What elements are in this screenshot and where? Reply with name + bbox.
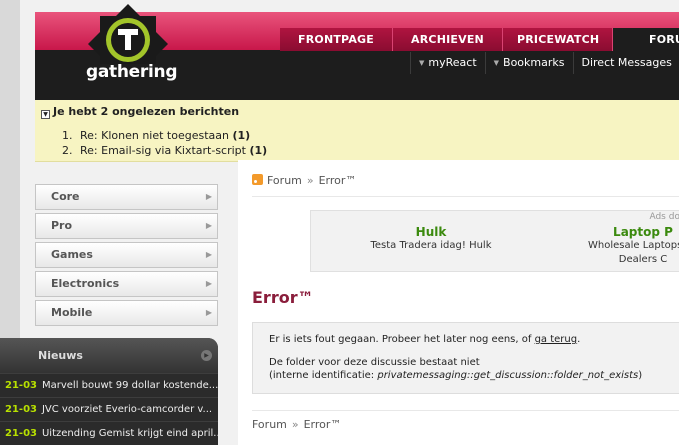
- sidebar-item-label: Games: [51, 248, 93, 261]
- error-line1-text: Er is iets fout gegaan. Probeer het late…: [269, 334, 535, 345]
- chevron-right-icon: ▶: [205, 192, 212, 201]
- menu-myreact-label: myReact: [428, 56, 477, 69]
- sidebar-item-mobile[interactable]: Mobile ▶: [35, 300, 218, 326]
- news-headline[interactable]: Uitzending Gemist krijgt eind april...: [42, 428, 218, 439]
- ad-description-line2: Dealers C: [618, 254, 668, 265]
- error-line3: (interne identificatie: privatemessaging…: [269, 369, 679, 382]
- breadcrumb-forum[interactable]: Forum: [252, 418, 287, 431]
- error-line3-post: ): [638, 370, 643, 381]
- error-identifier: privatemessaging::get_discussion::folder…: [377, 370, 639, 381]
- chevron-right-icon: ▶: [205, 308, 212, 317]
- page-title: Error™: [252, 288, 314, 307]
- notice-title-text: Je hebt 2 ongelezen berichten: [53, 105, 240, 118]
- breadcrumb-separator: »: [291, 418, 299, 431]
- chevron-right-icon[interactable]: ▶: [201, 350, 212, 361]
- menu-direct-messages[interactable]: Direct Messages: [572, 52, 679, 74]
- ads-block: Ads door G Hulk Testa Tradera idag! Hulk…: [310, 210, 679, 272]
- user-menu: ▼ myReact ▼ Bookmarks Direct Messages: [410, 52, 679, 74]
- unread-item-count: (1): [249, 144, 268, 157]
- logo-text: gathering: [86, 62, 178, 82]
- sidebar-item-games[interactable]: Games ▶: [35, 242, 218, 268]
- breadcrumb-bottom: Forum » Error™: [252, 418, 341, 431]
- notice-title[interactable]: ▼ Je hebt 2 ongelezen berichten: [41, 105, 239, 119]
- rss-icon[interactable]: [252, 174, 263, 185]
- dropdown-arrow-icon: ▼: [493, 59, 500, 67]
- error-line2: De folder voor deze discussie bestaat ni…: [269, 357, 480, 368]
- go-back-link[interactable]: ga terug: [535, 334, 578, 345]
- news-panel: Nieuws ▶ 21-03 Marvell bouwt 99 dollar kos…: [0, 338, 218, 445]
- unread-item-count: (1): [232, 129, 251, 142]
- error-message-box: Er is iets fout gegaan. Probeer het late…: [252, 322, 679, 394]
- ad-title[interactable]: Laptop P: [563, 225, 679, 239]
- ad-item[interactable]: Hulk Testa Tradera idag! Hulk: [351, 225, 511, 253]
- sidebar-item-label: Pro: [51, 219, 73, 232]
- news-title: Nieuws: [38, 349, 83, 362]
- breadcrumb-separator: »: [306, 174, 314, 187]
- sidebar: Core ▶ Pro ▶ Games ▶ Electronics ▶ Mobile ▶: [35, 184, 218, 329]
- tab-forum[interactable]: FORUM: [613, 28, 679, 51]
- error-line3-pre: (interne identificatie:: [269, 370, 378, 381]
- ads-by-label[interactable]: Ads door G: [649, 212, 679, 222]
- collapse-toggle-icon[interactable]: ▼: [41, 110, 50, 119]
- breadcrumb: Forum » Error™: [252, 174, 356, 187]
- ad-description: Testa Tradera idag! Hulk: [370, 240, 492, 251]
- news-date: 21-03: [5, 404, 37, 415]
- divider: [252, 196, 679, 197]
- dropdown-arrow-icon: ▼: [419, 59, 425, 67]
- unread-item[interactable]: 2. Re: Email-sig via Kixtart-script (1): [62, 143, 267, 158]
- main-content: Forum » Error™ Ads door G Hulk Testa Trade…: [238, 160, 679, 445]
- unread-item-title[interactable]: Re: Email-sig via Kixtart-script: [80, 144, 246, 157]
- sidebar-item-electronics[interactable]: Electronics ▶: [35, 271, 218, 297]
- sidebar-item-label: Core: [51, 190, 80, 203]
- news-date: 21-03: [5, 380, 37, 391]
- error-line1-end: .: [577, 334, 581, 345]
- ad-item[interactable]: Laptop P Wholesale Laptops an Dealers C: [563, 225, 679, 267]
- unread-item-number: 2.: [62, 144, 73, 157]
- news-header[interactable]: Nieuws ▶: [0, 338, 218, 373]
- sidebar-item-pro[interactable]: Pro ▶: [35, 213, 218, 239]
- news-item[interactable]: 21-03 Uitzending Gemist krijgt eind april…: [0, 421, 218, 445]
- news-headline[interactable]: JVC voorziet Everio-camcorder v...: [42, 404, 212, 415]
- error-line1: Er is iets fout gegaan. Probeer het late…: [269, 333, 679, 346]
- divider: [252, 410, 679, 411]
- news-item[interactable]: 21-03 JVC voorziet Everio-camcorder v...: [0, 397, 218, 421]
- news-date: 21-03: [5, 428, 37, 439]
- menu-direct-messages-label: Direct Messages: [581, 56, 672, 69]
- menu-myreact[interactable]: ▼ myReact: [410, 52, 485, 74]
- tab-archieven[interactable]: ARCHIEVEN: [393, 28, 503, 51]
- sidebar-item-label: Electronics: [51, 277, 120, 290]
- unread-messages-notice: ▼ Je hebt 2 ongelezen berichten 1. Re: Klo…: [35, 100, 679, 162]
- ad-title[interactable]: Hulk: [351, 225, 511, 239]
- chevron-right-icon: ▶: [205, 250, 212, 259]
- ad-description: Wholesale Laptops an: [587, 240, 679, 251]
- menu-bookmarks[interactable]: ▼ Bookmarks: [484, 52, 573, 74]
- sidebar-item-core[interactable]: Core ▶: [35, 184, 218, 210]
- tab-frontpage[interactable]: FRONTPAGE: [280, 28, 393, 51]
- main-nav: FRONTPAGE ARCHIEVEN PRICEWATCH FORUM: [280, 28, 679, 51]
- tab-pricewatch[interactable]: PRICEWATCH: [503, 28, 613, 51]
- breadcrumb-current: Error™: [303, 418, 342, 431]
- chevron-right-icon: ▶: [205, 221, 212, 230]
- page: FRONTPAGE ARCHIEVEN PRICEWATCH FORUM ▼my…: [0, 0, 679, 445]
- unread-item-number: 1.: [62, 129, 73, 142]
- news-item[interactable]: 21-03 Marvell bouwt 99 dollar kostende...: [0, 373, 218, 397]
- unread-item-title[interactable]: Re: Klonen niet toegestaan: [80, 129, 229, 142]
- menu-bookmarks-label: Bookmarks: [503, 56, 565, 69]
- breadcrumb-forum[interactable]: Forum: [267, 174, 302, 187]
- sidebar-item-label: Mobile: [51, 306, 93, 319]
- breadcrumb-current: Error™: [318, 174, 357, 187]
- unread-list: 1. Re: Klonen niet toegestaan (1) 2. Re: E…: [62, 128, 267, 158]
- news-headline[interactable]: Marvell bouwt 99 dollar kostende...: [42, 380, 218, 391]
- chevron-right-icon: ▶: [205, 279, 212, 288]
- unread-item[interactable]: 1. Re: Klonen niet toegestaan (1): [62, 128, 267, 143]
